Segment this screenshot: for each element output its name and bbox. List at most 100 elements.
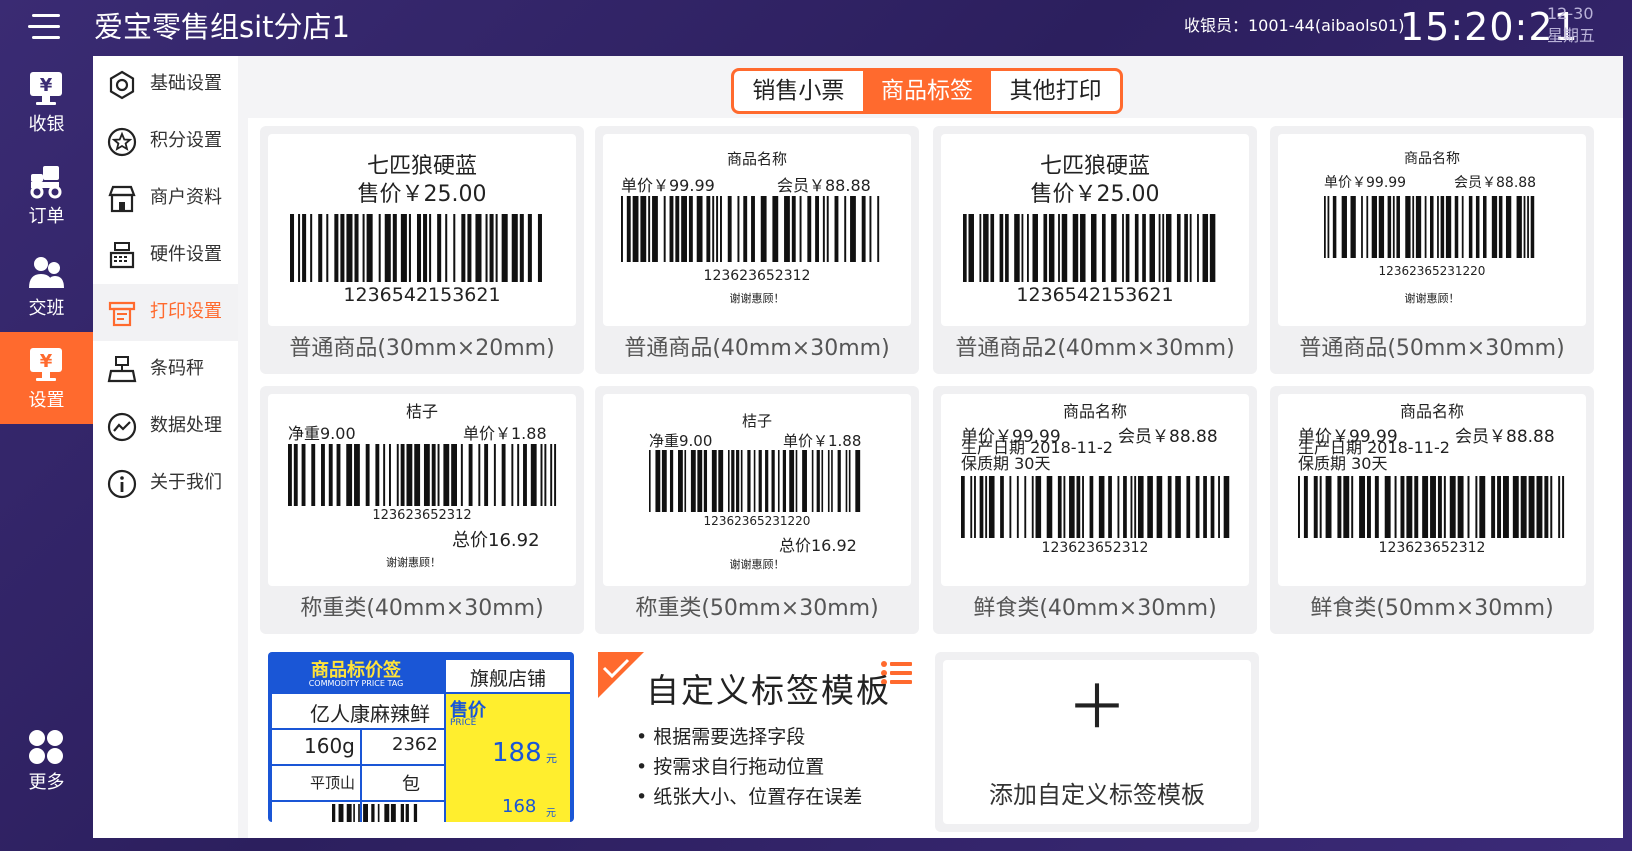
printer-icon [108,301,136,327]
bullet-item: • 纸张大小、位置存在误差 [636,786,863,808]
template-card[interactable]: 商品名称 单价￥99.99 会员￥88.88 123623652312 谢谢惠顾… [595,126,919,374]
tab-receipt[interactable]: 销售小票 [734,71,863,111]
submenu-label: 数据处理 [150,415,222,436]
label-preview: 商品名称 单价￥99.99 会员￥88.88 12362365231220 谢谢… [1278,134,1586,326]
submenu-item-basic[interactable]: 基础设置 [93,56,238,113]
template-caption: 普通商品(30mm×20mm) [289,336,555,361]
unit-price: 单价￥1.88 [783,432,862,450]
label-preview: 商品名称 单价￥99.99 会员￥88.88 生产日期 2018-11-2 保质… [941,394,1249,586]
nav-item-more[interactable]: 更多 [0,714,93,806]
template-card[interactable]: 商品名称 单价￥99.99 会员￥88.88 生产日期 2018-11-2 保质… [933,386,1257,634]
cashier-info: 收银员：1001-44(aibaols01) [1184,16,1405,35]
info-table: 亿人康麻辣鲜 160g 2362 平顶山 包 [272,694,444,822]
add-template-card[interactable]: ＋ 添加自定义标签模板 [935,652,1259,832]
gear-icon [109,70,135,100]
bullet-item: • 根据需要选择字段 [636,726,806,748]
submenu-item-print[interactable]: 打印设置 [93,284,238,341]
nav-label: 订单 [28,206,65,227]
price-box: 售价 PRICE 188 元 168 元 [446,694,570,822]
tab-other-print[interactable]: 其他打印 [991,71,1120,111]
bullet-text: 纸张大小、位置存在误差 [653,786,863,808]
price-tag-template[interactable]: 商品标价签 COMMODITY PRICE TAG 旗舰店铺 亿人康麻辣鲜 16… [268,652,574,822]
cashier-icon: ¥ [30,72,62,105]
nav-label: 更多 [28,772,65,793]
nav-item-settings[interactable]: ¥ 设置 [0,332,93,424]
member-price: 会员￥88.88 [777,176,871,195]
submenu-label: 关于我们 [150,472,222,493]
template-card[interactable]: 七匹狼硬蓝 售价￥25.00 1236542153621 普通商品(30mm×2… [260,126,584,374]
nav-label: 设置 [28,390,65,411]
date: 12-30 [1547,4,1594,23]
nav-item-order[interactable]: 订单 [0,148,93,240]
member-price: 168 [502,796,537,817]
tab-product-label[interactable]: 商品标签 [862,71,992,111]
submenu-label: 商户资料 [150,187,222,208]
template-card[interactable]: 七匹狼硬蓝 售价￥25.00 1236542153621 普通商品2(40mm×… [933,126,1257,374]
product-code: 2362 [392,734,438,755]
template-card[interactable]: 桔子 净重9.00 单价￥1.88 123623652312 总价16.92 谢… [260,386,584,634]
barcode [1298,476,1565,538]
net-weight: 净重9.00 [649,432,713,450]
nav-label: 收银 [28,114,65,135]
product-price: 售价￥25.00 [1030,182,1160,207]
barcode [1324,196,1535,258]
label-preview: 桔子 净重9.00 单价￥1.88 123623652312 总价16.92 谢… [268,394,576,586]
barcode [621,196,880,262]
top-bar: 爱宝零售组sit分店1 收银员：1001-44(aibaols01) 15:20… [0,0,1632,56]
template-caption: 鲜食类(40mm×30mm) [973,596,1217,621]
barcode-number: 123623652312 [372,508,472,523]
unit-price: 单价￥99.99 [1324,175,1407,191]
submenu-item-about[interactable]: 关于我们 [93,455,238,512]
label-preview: 商品名称 单价￥99.99 会员￥88.88 生产日期 2018-11-2 保质… [1278,394,1586,586]
product-origin: 平顶山 [310,774,356,792]
shelf-life: 保质期 30天 [1298,454,1388,473]
submenu-label: 硬件设置 [150,244,222,265]
price-en: PRICE [450,718,477,728]
barcode [649,450,861,512]
settings-icon: ¥ [30,348,62,381]
barcode [961,476,1230,538]
submenu-item-hardware[interactable]: 硬件设置 [93,227,238,284]
unit-price: 单价￥1.88 [463,424,547,443]
nav-item-shift[interactable]: 交班 [0,240,93,332]
label-preview: 商品名称 单价￥99.99 会员￥88.88 123623652312 谢谢惠顾… [603,134,911,326]
member-price: 会员￥88.88 [1454,175,1537,191]
submenu-label: 条码秤 [150,358,204,379]
product-unit: 包 [402,774,420,795]
barcode [288,444,557,506]
submenu-item-points[interactable]: 积分设置 [93,113,238,170]
product-name: 商品名称 [1399,402,1464,421]
template-caption: 普通商品2(40mm×30mm) [955,336,1235,361]
label-preview: 七匹狼硬蓝 售价￥25.00 1236542153621 [268,134,576,326]
product-name: 亿人康麻辣鲜 [310,702,430,726]
custom-template-title: 自定义标签模板 [646,671,891,710]
template-card[interactable]: 商品名称 单价￥99.99 会员￥88.88 生产日期 2018-11-2 保质… [1270,386,1594,634]
bullet-item: • 按需求自行拖动位置 [636,756,825,778]
shop-icon [108,185,136,213]
left-nav: ¥ 收银 订单 交班 ¥ 设置 更多 [0,56,93,851]
submenu-item-scale[interactable]: 条码秤 [93,341,238,398]
barcode-number: 1236542153621 [343,284,501,306]
member-price: 会员￥88.88 [1455,427,1555,447]
chart-icon [107,412,137,442]
weekday: 星期五 [1547,26,1596,45]
template-card[interactable]: 商品名称 单价￥99.99 会员￥88.88 12362365231220 谢谢… [1270,126,1594,374]
more-icon [29,730,63,764]
submenu-item-data[interactable]: 数据处理 [93,398,238,455]
price-unit: 元 [546,752,557,765]
custom-template-card[interactable]: 自定义标签模板 • 根据需要选择字段 • 按需求自行拖动位置 • 纸张大小、位置… [598,652,924,830]
corner-check-icon [598,652,644,698]
product-name: 商品名称 [1062,402,1127,421]
submenu-item-merchant[interactable]: 商户资料 [93,170,238,227]
sale-price: 188 [492,738,542,768]
template-caption: 称重类(40mm×30mm) [300,596,544,621]
net-weight: 净重9.00 [288,424,356,443]
nav-item-cashier[interactable]: ¥ 收银 [0,56,93,148]
template-card[interactable]: 桔子 净重9.00 单价￥1.88 12362365231220 总价16.92… [595,386,919,634]
shift-icon [29,257,64,288]
menu-icon[interactable] [28,12,64,42]
member-price: 会员￥88.88 [1118,427,1218,447]
store-name: 爱宝零售组sit分店1 [94,10,350,44]
product-name: 桔子 [405,402,438,421]
barcode-number: 123623652312 [703,268,811,284]
